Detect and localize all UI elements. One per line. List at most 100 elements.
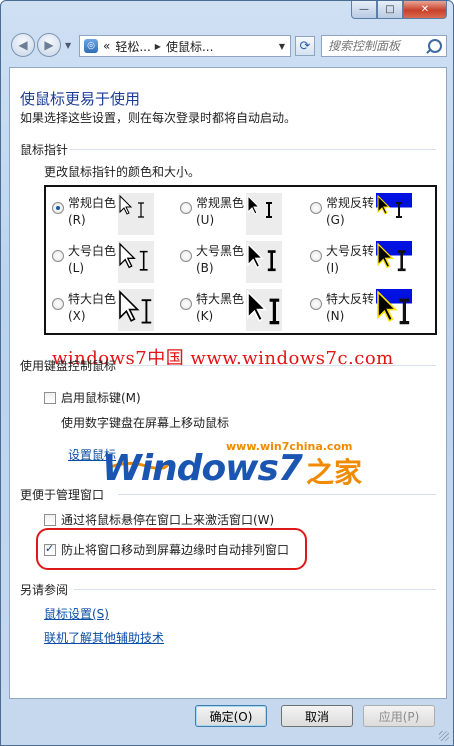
resize-grip-icon[interactable] <box>439 731 449 741</box>
search-input[interactable] <box>328 39 432 53</box>
pointer-scheme-option[interactable]: 常规白色(R) <box>52 193 182 241</box>
pointer-scheme-option[interactable]: 常规黑色(U) <box>180 193 310 241</box>
text-beam-icon <box>139 250 148 271</box>
arrow-pointer-icon <box>377 242 394 269</box>
address-bar[interactable]: ◎ « 轻松... ▶ 使鼠标... ▼ <box>79 35 291 57</box>
arrow-pointer-icon <box>119 290 140 322</box>
pointer-scheme-label[interactable]: 常规黑色(U) <box>196 195 248 229</box>
section-heading-windows: 更便于管理窗口 <box>20 488 105 502</box>
section-divider <box>74 589 436 590</box>
pointer-scheme-label[interactable]: 特大反转(N) <box>326 291 378 325</box>
pointer-scheme-option[interactable]: 特大反转(N) <box>310 289 440 337</box>
section-heading-pointers: 鼠标指针 <box>20 143 69 157</box>
pointer-scheme-label[interactable]: 特大黑色(K) <box>196 291 248 325</box>
address-overflow-chevron[interactable]: « <box>103 39 110 53</box>
section-divider <box>118 494 436 495</box>
section-heading-see-also: 另请参阅 <box>20 583 69 597</box>
address-dropdown-icon[interactable]: ▼ <box>279 42 285 51</box>
pointer-scheme-grid: 常规白色(R) 常规黑色(U) 常规反转(G) 大号白色(L) 大号黑色(B) 大号反转(… <box>44 185 437 335</box>
section-divider <box>130 365 436 366</box>
cancel-button[interactable]: 取消 <box>281 705 353 727</box>
pointer-preview-icon <box>376 193 412 235</box>
ok-button[interactable]: 确定(O) <box>195 705 267 727</box>
apply-button[interactable]: 应用(P) <box>363 705 435 727</box>
logo-brand: Windows7 <box>102 448 303 489</box>
arrow-pointer-icon <box>119 242 136 269</box>
prevent-snap-label[interactable]: 防止将窗口移动到屏幕边缘时自动排列窗口 <box>61 541 289 558</box>
pointer-scheme-option[interactable]: 大号白色(L) <box>52 241 182 289</box>
pointer-scheme-radio[interactable] <box>180 250 192 262</box>
forward-button[interactable]: ▶ <box>37 33 61 57</box>
arrow-pointer-icon <box>119 194 133 215</box>
pointer-scheme-label[interactable]: 大号白色(L) <box>68 243 120 277</box>
breadcrumb-ease-of-access[interactable]: 轻松... <box>115 38 150 55</box>
pointer-scheme-radio[interactable] <box>52 202 64 214</box>
pointer-scheme-radio[interactable] <box>310 250 322 262</box>
pointer-preview-icon <box>118 241 154 283</box>
pointer-preview-icon <box>118 193 154 235</box>
pointer-scheme-label[interactable]: 常规反转(G) <box>326 195 378 229</box>
pointer-preview-icon <box>376 241 412 283</box>
close-button[interactable]: ✕ <box>403 1 447 19</box>
pointer-preview-icon <box>118 289 154 331</box>
breadcrumb-mouse[interactable]: 使鼠标... <box>166 38 213 55</box>
navigation-bar: ◀ ▶ ▼ ◎ « 轻松... ▶ 使鼠标... ▼ ⟳ <box>9 32 447 60</box>
arrow-pointer-icon <box>377 194 391 215</box>
text-beam-icon <box>269 298 280 325</box>
pointer-scheme-radio[interactable] <box>180 298 192 310</box>
pointer-scheme-option[interactable]: 大号黑色(B) <box>180 241 310 289</box>
page-title: 使鼠标更易于使用 <box>20 90 141 108</box>
pointer-scheme-radio[interactable] <box>310 298 322 310</box>
page-description: 如果选择这些设置，则在每次登录时都将自动启动。 <box>20 111 297 125</box>
pointer-scheme-radio[interactable] <box>310 202 322 214</box>
hover-activate-label[interactable]: 通过将鼠标悬停在窗口上来激活窗口(W) <box>61 511 274 528</box>
arrow-pointer-icon <box>247 242 264 269</box>
section-heading-keyboard: 使用键盘控制鼠标 <box>20 359 117 373</box>
text-beam-icon <box>396 202 402 218</box>
prevent-snap-checkbox[interactable] <box>44 542 56 556</box>
text-beam-icon <box>397 250 406 272</box>
mouse-keys-description: 使用数字键盘在屏幕上移动鼠标 <box>61 416 230 430</box>
text-beam-icon <box>266 202 272 218</box>
control-panel-window: — □ ✕ ◀ ▶ ▼ ◎ « 轻松... ▶ 使鼠标... ▼ ⟳ 使鼠标更易… <box>0 0 454 746</box>
refresh-icon: ⟳ <box>299 38 311 54</box>
back-button[interactable]: ◀ <box>11 33 35 57</box>
search-icon[interactable] <box>428 39 442 53</box>
text-beam-icon <box>141 299 152 324</box>
pointer-scheme-label[interactable]: 大号反转(I) <box>326 243 378 277</box>
mouse-settings-link[interactable]: 鼠标设置(S) <box>44 605 109 622</box>
mouse-keys-label[interactable]: 启用鼠标键(M) <box>61 389 141 406</box>
logo-brand-cn: 之家 <box>306 456 363 489</box>
recent-pages-dropdown-icon[interactable]: ▼ <box>65 41 71 50</box>
section-divider <box>70 149 436 150</box>
caption-buttons: — □ ✕ <box>351 1 447 19</box>
search-box[interactable] <box>321 35 447 57</box>
pointer-scheme-radio[interactable] <box>52 298 64 310</box>
content-pane: 使鼠标更易于使用 如果选择这些设置，则在每次登录时都将自动启动。 鼠标指针 更改… <box>9 67 447 699</box>
pointer-scheme-radio[interactable] <box>52 250 64 262</box>
breadcrumb-separator-icon[interactable]: ▶ <box>155 42 161 51</box>
pointer-scheme-radio[interactable] <box>180 202 192 214</box>
maximize-button[interactable]: □ <box>377 1 403 19</box>
control-panel-icon: ◎ <box>84 39 98 53</box>
pointer-scheme-option[interactable]: 常规反转(G) <box>310 193 440 241</box>
text-beam-icon <box>267 250 276 272</box>
minimize-button[interactable]: — <box>351 1 377 19</box>
pointer-preview-icon <box>246 193 282 235</box>
refresh-button[interactable]: ⟳ <box>295 36 315 56</box>
pointer-scheme-label[interactable]: 特大白色(X) <box>68 291 120 325</box>
pointer-preview-icon <box>376 289 412 331</box>
arrow-pointer-icon <box>377 290 398 322</box>
pointer-scheme-option[interactable]: 大号反转(I) <box>310 241 440 289</box>
mouse-keys-checkbox[interactable] <box>44 392 56 404</box>
hover-activate-checkbox[interactable] <box>44 514 56 526</box>
online-assistive-tech-link[interactable]: 联机了解其他辅助技术 <box>44 629 164 646</box>
dialog-button-bar: 确定(O) 取消 应用(P) <box>1 701 454 741</box>
pointer-scheme-option[interactable]: 特大白色(X) <box>52 289 182 337</box>
pointer-scheme-label[interactable]: 常规白色(R) <box>68 195 120 229</box>
pointer-scheme-label[interactable]: 大号黑色(B) <box>196 243 248 277</box>
back-arrow-icon: ◀ <box>18 38 28 52</box>
arrow-pointer-icon <box>247 290 268 322</box>
text-beam-icon <box>399 298 410 325</box>
pointer-scheme-option[interactable]: 特大黑色(K) <box>180 289 310 337</box>
